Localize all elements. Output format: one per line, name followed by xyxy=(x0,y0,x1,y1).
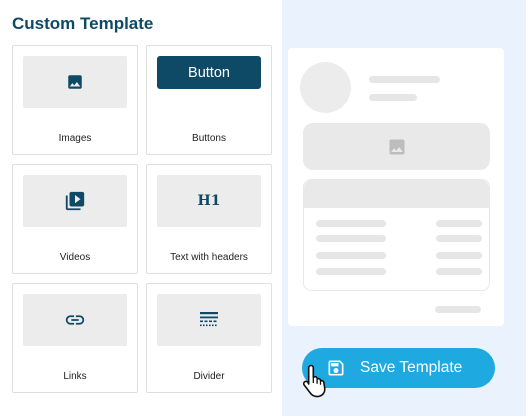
button-preview: Button xyxy=(157,56,261,89)
save-template-label: Save Template xyxy=(360,359,463,376)
block-card-buttons[interactable]: Button Buttons xyxy=(146,45,272,155)
image-icon xyxy=(68,75,82,89)
text-line-placeholder xyxy=(435,306,481,313)
table-cell-placeholder xyxy=(316,235,386,242)
table-cell-placeholder xyxy=(436,235,482,242)
block-library-panel: Custom Template Images Button Buttons Vi… xyxy=(0,0,282,416)
block-label: Videos xyxy=(59,252,91,263)
table-cell-placeholder xyxy=(316,252,386,259)
table-header-placeholder xyxy=(304,180,489,208)
block-card-links[interactable]: Links xyxy=(12,283,138,393)
block-label: Images xyxy=(58,133,92,144)
divider-icon xyxy=(200,312,218,327)
link-icon xyxy=(65,315,85,325)
heading-icon: H1 xyxy=(197,193,221,209)
button-preview-text: Button xyxy=(188,64,230,81)
block-card-images[interactable]: Images xyxy=(12,45,138,155)
block-thumb xyxy=(23,56,127,108)
table-cell-placeholder xyxy=(436,220,482,227)
table-cell-placeholder xyxy=(436,268,482,275)
block-label: Links xyxy=(63,371,87,382)
image-icon xyxy=(389,139,404,154)
text-line-placeholder xyxy=(369,76,440,83)
block-thumb xyxy=(23,175,127,227)
text-line-placeholder xyxy=(369,94,417,101)
template-preview-card xyxy=(288,48,504,326)
table-cell-placeholder xyxy=(316,220,386,227)
block-label: Buttons xyxy=(192,133,226,144)
table-cell-placeholder xyxy=(436,252,482,259)
block-thumb xyxy=(23,294,127,346)
video-library-icon xyxy=(65,191,85,211)
save-template-button[interactable]: Save Template xyxy=(302,348,495,388)
block-card-videos[interactable]: Videos xyxy=(12,164,138,274)
table-cell-placeholder xyxy=(316,268,386,275)
block-label: Text with headers xyxy=(170,252,248,263)
block-card-divider[interactable]: Divider xyxy=(146,283,272,393)
block-label: Divider xyxy=(193,371,225,382)
image-placeholder xyxy=(303,123,490,170)
panel-title: Custom Template xyxy=(12,14,154,33)
table-placeholder xyxy=(303,179,490,291)
hand-pointer-cursor-icon xyxy=(302,364,326,398)
block-thumb: H1 xyxy=(157,175,261,227)
block-card-text-with-headers[interactable]: H1 Text with headers xyxy=(146,164,272,274)
block-thumb xyxy=(157,294,261,346)
avatar-placeholder xyxy=(300,62,351,113)
